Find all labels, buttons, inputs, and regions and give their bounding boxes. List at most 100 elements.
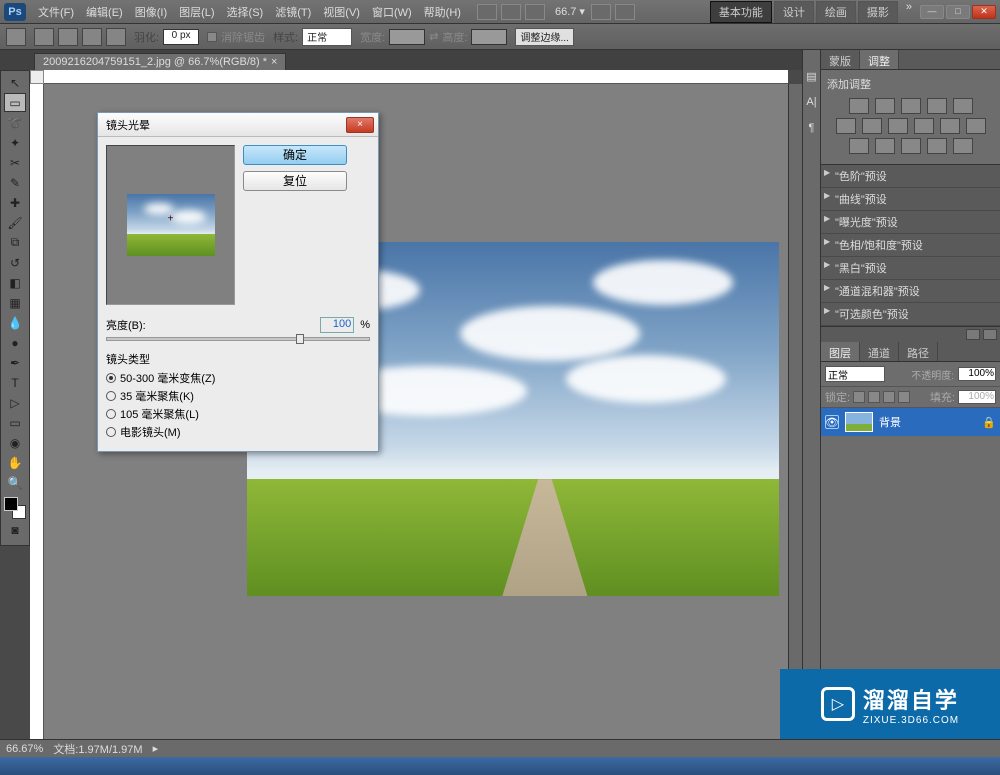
adj-bw-icon[interactable] [888,118,908,134]
paragraph-panel-icon[interactable]: ¶ [805,122,819,136]
menu-edit[interactable]: 编辑(E) [80,4,129,20]
menu-layer[interactable]: 图层(L) [173,4,220,20]
antialias-checkbox[interactable] [207,32,217,42]
adj-invert-icon[interactable] [966,118,986,134]
dialog-ok-button[interactable]: 确定 [243,145,347,165]
healing-tool[interactable]: ✚ [4,193,26,212]
brush-tool[interactable]: 🖌 [4,213,26,232]
radio-icon[interactable] [106,373,116,383]
character-panel-icon[interactable]: A| [805,96,819,110]
stamp-tool[interactable]: ⧉ [4,233,26,252]
radio-icon[interactable] [106,427,116,437]
tab-masks[interactable]: 蒙版 [821,50,860,69]
radio-icon[interactable] [106,391,116,401]
preset-exposure[interactable]: "曝光度"预设 [821,211,1000,234]
layer-visibility-icon[interactable]: 👁 [825,415,839,429]
view-extras-icon[interactable] [525,4,545,20]
adj-colorbalance-icon[interactable] [862,118,882,134]
menu-window[interactable]: 窗口(W) [366,4,418,20]
fill-input[interactable]: 100% [958,390,996,404]
ruler-horizontal[interactable] [44,70,788,84]
hand-tool[interactable]: ✋ [4,453,26,472]
layer-thumbnail[interactable] [845,412,873,432]
lens-option-movie[interactable]: 电影镜头(M) [106,423,370,441]
lens-option-35[interactable]: 35 毫米聚焦(K) [106,387,370,405]
status-zoom[interactable]: 66.67% [6,743,43,755]
os-taskbar[interactable] [0,757,1000,775]
history-brush-tool[interactable]: ↺ [4,253,26,272]
preset-curves[interactable]: "曲线"预设 [821,188,1000,211]
window-minimize-button[interactable]: — [920,5,944,19]
adj-photofilter-icon[interactable] [914,118,934,134]
status-doc-size[interactable]: 文档:1.97M/1.97M [53,741,142,757]
adj-exposure-icon[interactable] [927,98,947,114]
adj-posterize-icon[interactable] [849,138,869,154]
adj-levels-icon[interactable] [875,98,895,114]
lasso-tool[interactable]: ➰ [4,113,26,132]
dialog-titlebar[interactable]: 镜头光晕 × [98,113,378,137]
gradient-tool[interactable]: ▦ [4,293,26,312]
shape-tool[interactable]: ▭ [4,413,26,432]
adj-selectivecolor-icon[interactable] [927,138,947,154]
blur-tool[interactable]: 💧 [4,313,26,332]
adj-more-icon[interactable] [953,138,973,154]
selection-subtract-icon[interactable] [82,28,102,46]
blend-mode-select[interactable]: 正常 [825,366,885,382]
swap-icon[interactable]: ⇄ [429,30,438,43]
tab-adjustments[interactable]: 调整 [860,50,899,69]
preset-hue[interactable]: "色相/饱和度"预设 [821,234,1000,257]
workspace-design[interactable]: 设计 [774,1,814,23]
launch-bridge-icon[interactable] [477,4,497,20]
adj-threshold-icon[interactable] [875,138,895,154]
tab-layers[interactable]: 图层 [821,342,860,361]
lock-all-icon[interactable] [898,391,910,403]
workspace-essentials[interactable]: 基本功能 [710,1,772,23]
selection-new-icon[interactable] [34,28,54,46]
lens-option-50-300[interactable]: 50-300 毫米变焦(Z) [106,369,370,387]
pen-tool[interactable]: ✒ [4,353,26,372]
menu-view[interactable]: 视图(V) [317,4,366,20]
brightness-slider[interactable] [106,337,370,341]
menu-file[interactable]: 文件(F) [32,4,80,20]
lock-position-icon[interactable] [883,391,895,403]
move-tool[interactable]: ↖ [4,73,26,92]
workspace-photography[interactable]: 摄影 [858,1,898,23]
type-tool[interactable]: T [4,373,26,392]
adj-foot-icon-2[interactable] [983,329,997,340]
crop-tool[interactable]: ✂ [4,153,26,172]
quick-mask-tool[interactable]: ◙ [4,520,26,539]
menu-image[interactable]: 图像(I) [129,4,173,20]
adj-gradientmap-icon[interactable] [901,138,921,154]
ruler-origin[interactable] [30,70,44,84]
path-select-tool[interactable]: ▷ [4,393,26,412]
opacity-input[interactable]: 100% [958,367,996,381]
zoom-level[interactable]: 66.7 ▾ [555,5,585,18]
screen-mode-icon[interactable] [615,4,635,20]
zoom-tool[interactable]: 🔍 [4,473,26,492]
workspace-more-icon[interactable]: » [906,1,912,23]
eraser-tool[interactable]: ◧ [4,273,26,292]
lock-transparency-icon[interactable] [853,391,865,403]
arrange-docs-icon[interactable] [591,4,611,20]
refine-edge-button[interactable]: 调整边缘... [515,28,573,46]
dodge-tool[interactable]: ● [4,333,26,352]
selection-add-icon[interactable] [58,28,78,46]
preset-bw[interactable]: "黑白"预设 [821,257,1000,280]
preset-selectivecolor[interactable]: "可选颜色"预设 [821,303,1000,326]
adj-curves-icon[interactable] [901,98,921,114]
lock-pixels-icon[interactable] [868,391,880,403]
dialog-close-button[interactable]: × [346,117,374,133]
preset-levels[interactable]: "色阶"预设 [821,165,1000,188]
3d-tool[interactable]: ◉ [4,433,26,452]
radio-icon[interactable] [106,409,116,419]
adj-brightness-icon[interactable] [849,98,869,114]
menu-help[interactable]: 帮助(H) [418,4,467,20]
color-swatches[interactable] [4,497,26,519]
lens-option-105[interactable]: 105 毫米聚焦(L) [106,405,370,423]
window-maximize-button[interactable]: □ [946,5,970,19]
mini-bridge-icon[interactable] [501,4,521,20]
brightness-input[interactable]: 100 [320,317,354,333]
quick-select-tool[interactable]: ✦ [4,133,26,152]
style-select[interactable]: 正常 [302,28,352,46]
adj-channelmixer-icon[interactable] [940,118,960,134]
